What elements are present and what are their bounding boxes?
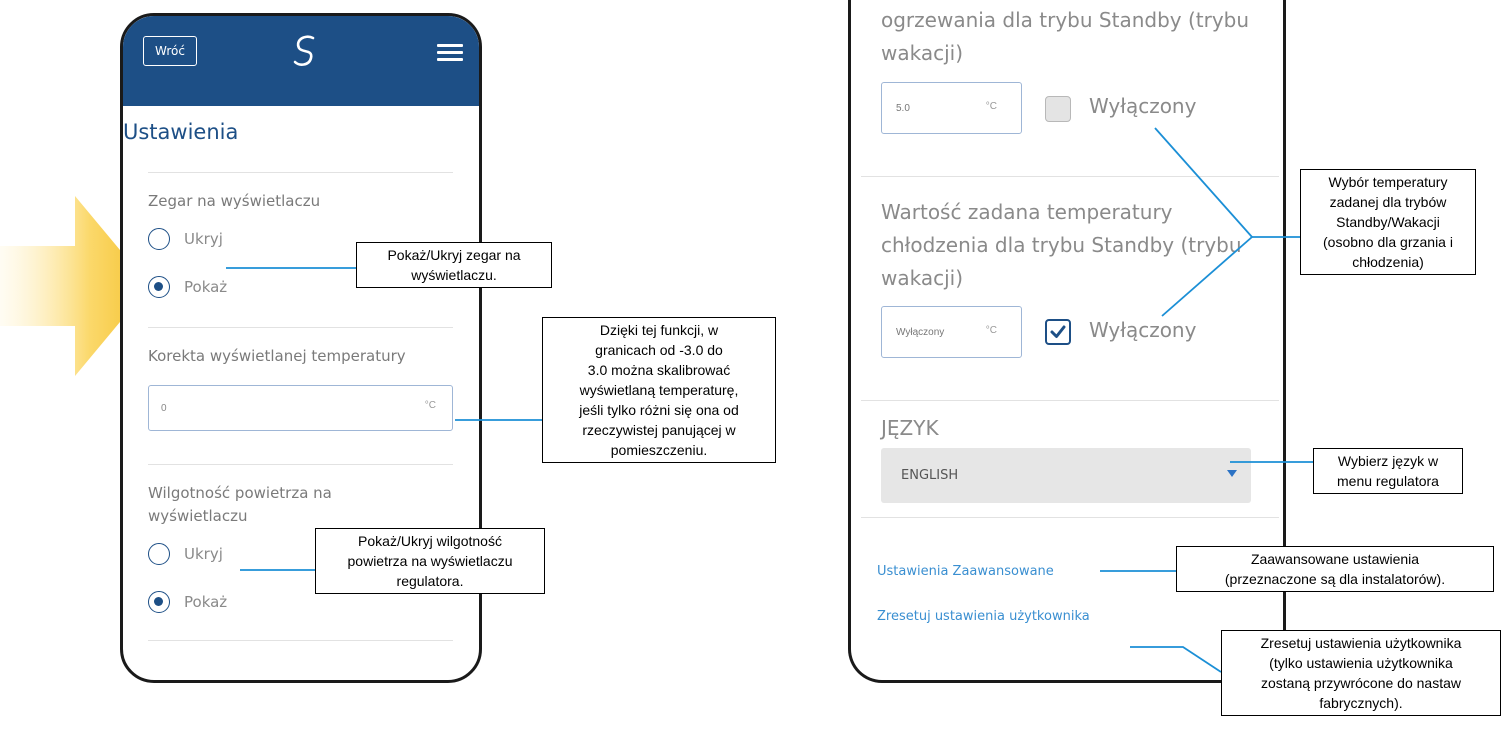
- radio-button-selected[interactable]: [148, 591, 170, 613]
- callout-text: (osobno dla grzania i: [1323, 234, 1453, 250]
- hamburger-menu-icon[interactable]: [437, 44, 463, 62]
- unit-label: °C: [985, 101, 997, 112]
- callout-text: Standby/Wakacji: [1336, 214, 1440, 230]
- callout-text: fabrycznych).: [1319, 695, 1403, 711]
- input-value: 0: [161, 402, 167, 414]
- cooling-label-line2: chłodzenia dla trybu Standby (trybu: [881, 233, 1242, 257]
- callout-text: Wybór temperatury: [1328, 174, 1448, 190]
- unit-label: °C: [985, 325, 997, 336]
- callout-reset: Zresetuj ustawienia użytkownika (tylko u…: [1221, 630, 1501, 716]
- cooling-label-line1: Wartość zadana temperatury: [881, 200, 1173, 224]
- callout-text: zadanej dla trybów: [1329, 194, 1447, 210]
- cooling-off-label: Wyłączony: [1089, 318, 1197, 342]
- callout-text: rzeczywistej panującej w: [582, 422, 736, 438]
- callout-text: Dzięki tej funkcji, w: [599, 322, 719, 338]
- callout-text: zostaną przywrócone do nastaw: [1261, 675, 1461, 691]
- humidity-label-line2: wyświetlaczu: [148, 507, 248, 525]
- temp-correction-label: Korekta wyświetlanej temperatury: [148, 347, 406, 365]
- advanced-settings-link[interactable]: Ustawienia Zaawansowane: [877, 564, 1054, 579]
- radio-label: Pokaż: [184, 593, 228, 611]
- callout-text: regulatora.: [396, 573, 464, 589]
- callout-text: (przeznaczone są dla instalatorów).: [1224, 571, 1446, 587]
- input-value: Wyłączony: [896, 326, 945, 338]
- callout-text: Zaawansowane ustawienia: [1250, 551, 1420, 567]
- temp-correction-section: Korekta wyświetlanej temperatury 0 °C: [148, 345, 453, 431]
- heating-off-checkbox[interactable]: [1045, 96, 1071, 122]
- radio-button[interactable]: [148, 543, 170, 565]
- callout-text: Wybierz język w: [1337, 453, 1439, 469]
- humidity-label-line1: Wilgotność powietrza na: [148, 484, 332, 502]
- callout-text: jeśli tylko różni się ona od: [579, 402, 739, 418]
- logo-icon: [293, 35, 315, 66]
- cooling-label-line3: wakacji): [881, 266, 964, 290]
- clock-label: Zegar na wyświetlaczu: [148, 192, 321, 210]
- temp-correction-input[interactable]: 0 °C: [148, 385, 453, 431]
- reset-user-settings-link[interactable]: Zresetuj ustawienia użytkownika: [877, 609, 1090, 624]
- callout-text: wyświetlaczu.: [411, 267, 497, 283]
- cooling-off-checkbox[interactable]: [1045, 319, 1071, 345]
- callout-text: granicach od -3.0 do: [595, 342, 723, 358]
- heating-label-line1: ogrzewania dla trybu Standby (trybu: [881, 8, 1250, 32]
- callout-advanced: Zaawansowane ustawienia (przeznaczone są…: [1176, 546, 1494, 592]
- callout-text: wyświetlaną temperaturę,: [579, 382, 739, 398]
- page-title: Ustawienia: [123, 120, 239, 144]
- radio-label: Pokaż: [184, 278, 228, 296]
- cooling-setpoint-input[interactable]: Wyłączony °C: [881, 306, 1022, 358]
- callout-calibration: Dzięki tej funkcji, w granicach od -3.0 …: [542, 317, 776, 463]
- chevron-down-icon: [1227, 470, 1237, 477]
- top-bar: Wróć: [123, 16, 479, 106]
- radio-button[interactable]: [148, 228, 170, 250]
- radio-label: Ukryj: [184, 230, 223, 248]
- callout-humidity: Pokaż/Ukryj wilgotność powietrza na wyśw…: [315, 528, 545, 594]
- back-button[interactable]: Wróć: [143, 36, 197, 66]
- callout-text: pomieszczeniu.: [610, 442, 708, 458]
- language-label: JĘZYK: [881, 416, 939, 440]
- heating-off-label: Wyłączony: [1089, 94, 1197, 118]
- language-select[interactable]: ENGLISH: [881, 448, 1251, 503]
- callout-text: Pokaż/Ukryj wilgotność: [358, 533, 502, 549]
- checkmark-icon: [1050, 325, 1066, 338]
- radio-label: Ukryj: [184, 545, 223, 563]
- heating-setpoint-input[interactable]: 5.0 °C: [881, 82, 1022, 134]
- callout-text: powietrza na wyświetlaczu: [347, 553, 513, 569]
- callout-text: menu regulatora: [1337, 473, 1439, 489]
- callout-text: Zresetuj ustawienia użytkownika: [1260, 635, 1462, 651]
- input-value: 5.0: [896, 102, 910, 114]
- callout-language: Wybierz język w menu regulatora: [1313, 448, 1463, 494]
- unit-label: °C: [424, 400, 436, 411]
- callout-text: (tylko ustawienia użytkownika: [1269, 655, 1453, 671]
- callout-clock: Pokaż/Ukryj zegar na wyświetlaczu.: [356, 242, 552, 288]
- callout-text: 3.0 można skalibrować: [587, 362, 731, 378]
- language-value: ENGLISH: [901, 468, 959, 483]
- callout-standby: Wybór temperatury zadanej dla trybów Sta…: [1300, 169, 1476, 275]
- callout-text: chłodzenia): [1352, 254, 1424, 270]
- radio-button-selected[interactable]: [148, 276, 170, 298]
- callout-text: Pokaż/Ukryj zegar na: [387, 247, 521, 263]
- heating-label-line2: wakacji): [881, 41, 964, 65]
